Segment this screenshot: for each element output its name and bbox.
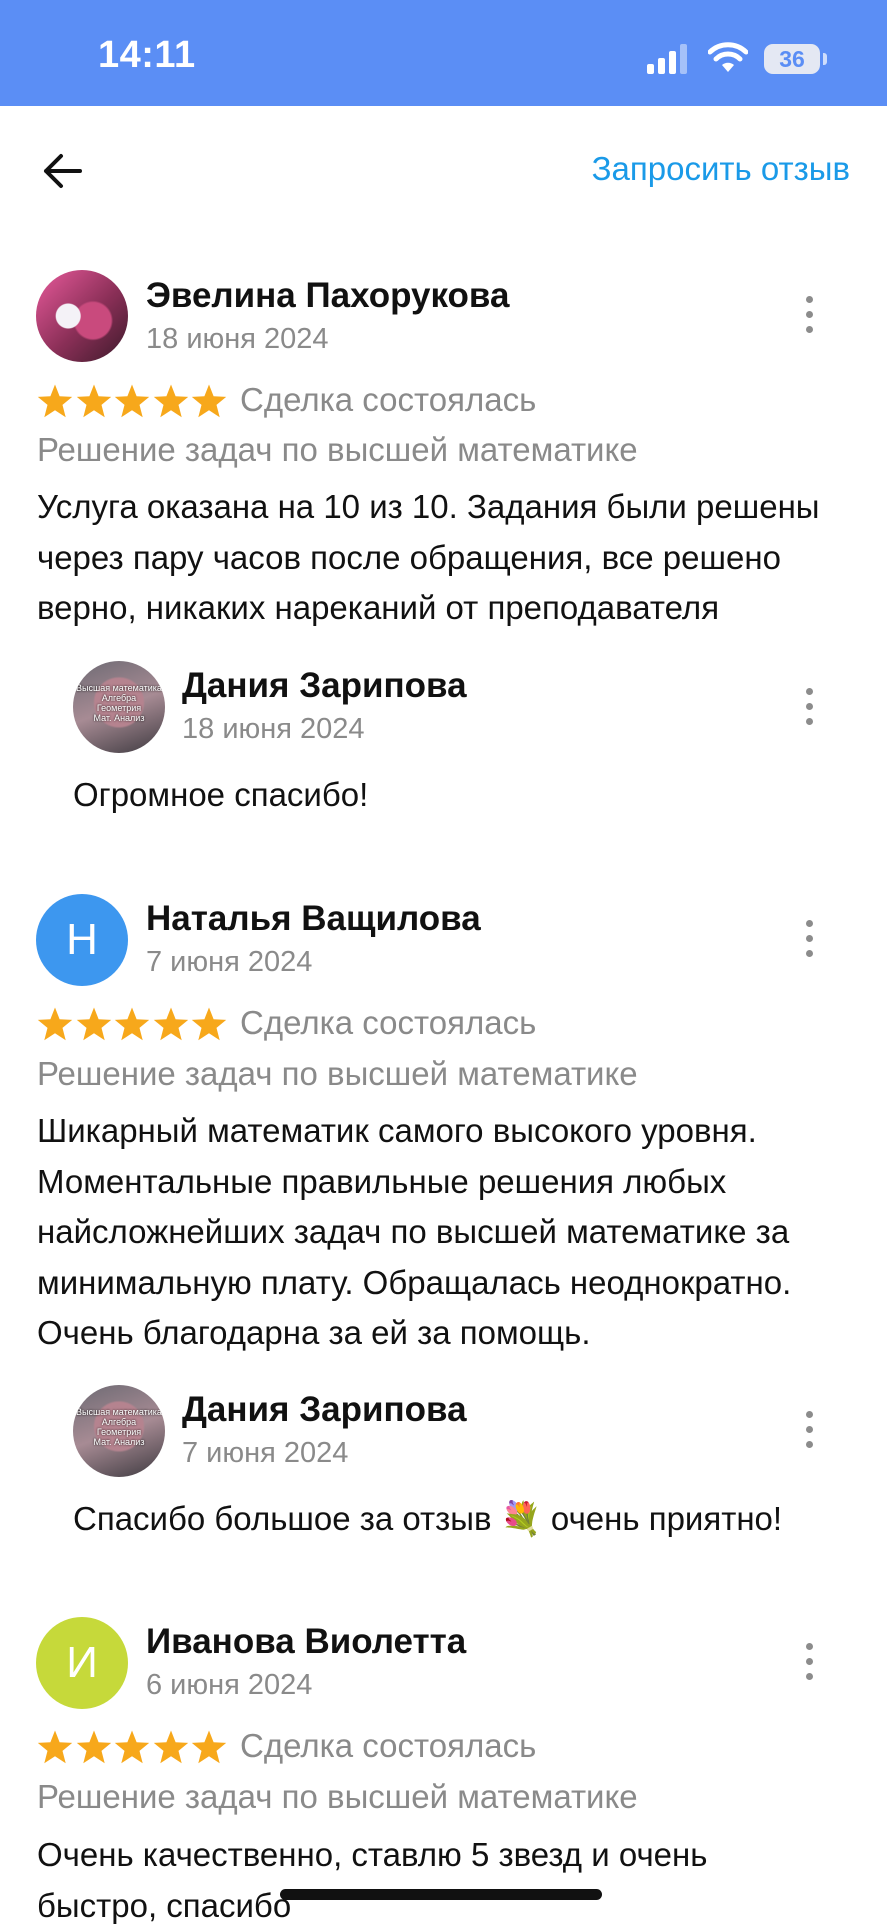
star-icon xyxy=(113,1006,151,1044)
review-text-line: Очень благодарна за ей за помощь. xyxy=(37,1308,867,1359)
reply-avatar-caption-line: Алгебра xyxy=(73,1417,165,1427)
review-text: Шикарный математик самого высокого уровн… xyxy=(37,1106,867,1359)
review-text-line: найсложнейших задач по высшей математике… xyxy=(37,1207,867,1258)
service-name: Решение задач по высшей математике xyxy=(37,1778,638,1816)
review-date: 6 июня 2024 xyxy=(146,1669,312,1702)
reply-avatar-caption-line: Высшая математика xyxy=(73,683,165,693)
review-text-line: Шикарный математик самого высокого уровн… xyxy=(37,1106,867,1157)
star-icon xyxy=(75,1729,113,1767)
reply-avatar-caption-line: Мат. Анализ xyxy=(73,1437,165,1447)
wifi-icon xyxy=(708,42,748,74)
review-text-line: Очень качественно, ставлю 5 звезд и очен… xyxy=(37,1830,867,1881)
reply-text: Огромное спасибо! xyxy=(73,776,368,814)
reply-avatar-caption-line: Геометрия xyxy=(73,1427,165,1437)
avatar[interactable]: И xyxy=(36,1617,128,1709)
star-icon xyxy=(36,1006,74,1044)
star-icon xyxy=(75,1006,113,1044)
reply-avatar-caption: Высшая математика Алгебра Геометрия Мат.… xyxy=(73,683,165,723)
review-text-line: минимальную плату. Обращалась неоднократ… xyxy=(37,1258,867,1309)
review-text-line: Моментальные правильные решения любых xyxy=(37,1157,867,1208)
review-date: 18 июня 2024 xyxy=(146,323,329,356)
review-text-line: Услуга оказана на 10 из 10. Задания были… xyxy=(37,482,867,533)
review-date: 7 июня 2024 xyxy=(146,946,312,979)
review-author[interactable]: Иванова Виолетта xyxy=(146,1622,466,1662)
more-options-icon[interactable] xyxy=(803,688,815,728)
star-icon xyxy=(75,383,113,421)
status-bar: 14:11 36 xyxy=(0,0,887,106)
avatar[interactable] xyxy=(36,270,128,362)
deal-status: Сделка состоялась xyxy=(240,381,536,419)
reply-author[interactable]: Дания Зарипова xyxy=(182,666,467,706)
more-options-icon[interactable] xyxy=(803,920,815,960)
review-author[interactable]: Эвелина Пахорукова xyxy=(146,276,509,316)
cellular-signal-icon xyxy=(647,44,689,74)
service-name: Решение задач по высшей математике xyxy=(37,1055,638,1093)
service-name: Решение задач по высшей математике xyxy=(37,431,638,469)
reply-avatar-caption-line: Геометрия xyxy=(73,703,165,713)
home-indicator[interactable] xyxy=(280,1889,602,1900)
arrow-left-icon[interactable] xyxy=(40,148,86,194)
star-icon xyxy=(190,1006,228,1044)
reply-avatar-caption-line: Мат. Анализ xyxy=(73,713,165,723)
deal-status: Сделка состоялась xyxy=(240,1727,536,1765)
reply-avatar-caption-line: Алгебра xyxy=(73,693,165,703)
review-text: Очень качественно, ставлю 5 звезд и очен… xyxy=(37,1830,867,1931)
reply-date: 7 июня 2024 xyxy=(182,1437,348,1470)
star-icon xyxy=(190,383,228,421)
reply-text: Спасибо большое за отзыв 💐 очень приятно… xyxy=(73,1500,782,1539)
reply-avatar[interactable]: Высшая математика Алгебра Геометрия Мат.… xyxy=(73,1385,165,1477)
request-review-button[interactable]: Запросить отзыв xyxy=(592,150,850,188)
reply-avatar-caption: Высшая математика Алгебра Геометрия Мат.… xyxy=(73,1407,165,1447)
star-icon xyxy=(152,1729,190,1767)
reply-author[interactable]: Дания Зарипова xyxy=(182,1390,467,1430)
battery-level: 36 xyxy=(764,44,820,74)
review-text: Услуга оказана на 10 из 10. Задания были… xyxy=(37,482,867,634)
more-options-icon[interactable] xyxy=(803,1643,815,1683)
review-author[interactable]: Наталья Ващилова xyxy=(146,899,481,939)
avatar[interactable]: Н xyxy=(36,894,128,986)
star-icon xyxy=(152,383,190,421)
star-icon xyxy=(36,1729,74,1767)
star-icon xyxy=(113,1729,151,1767)
more-options-icon[interactable] xyxy=(803,1411,815,1451)
review-text-line: через пару часов после обращения, все ре… xyxy=(37,533,867,584)
deal-status: Сделка состоялась xyxy=(240,1004,536,1042)
star-icon xyxy=(152,1006,190,1044)
reply-avatar-caption-line: Высшая математика xyxy=(73,1407,165,1417)
reply-avatar[interactable]: Высшая математика Алгебра Геометрия Мат.… xyxy=(73,661,165,753)
reply-date: 18 июня 2024 xyxy=(182,713,365,746)
review-text-line: верно, никаких нареканий от преподавател… xyxy=(37,583,867,634)
more-options-icon[interactable] xyxy=(803,296,815,336)
star-icon xyxy=(113,383,151,421)
status-time: 14:11 xyxy=(98,34,196,77)
star-icon xyxy=(190,1729,228,1767)
battery-tip xyxy=(823,53,827,65)
star-icon xyxy=(36,383,74,421)
